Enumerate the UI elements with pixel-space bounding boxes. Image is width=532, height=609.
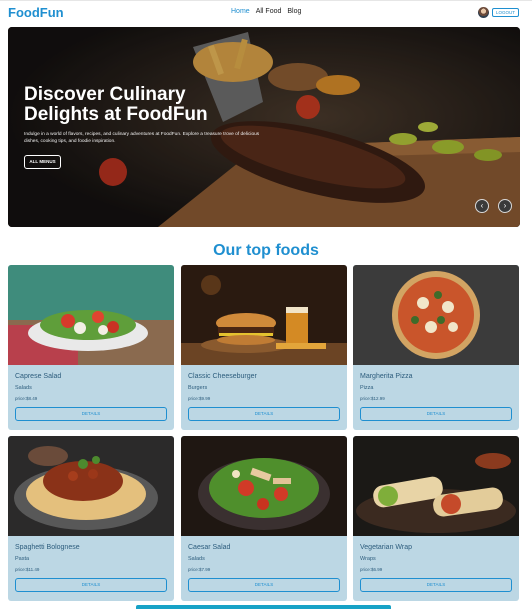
food-price: price:$8.49	[15, 396, 38, 401]
logout-button[interactable]: LOGOUT	[492, 8, 519, 17]
food-category: Pasta	[15, 556, 30, 562]
details-button[interactable]: DETAILS	[188, 578, 340, 592]
food-price: price:$9.99	[188, 396, 211, 401]
details-button[interactable]: DETAILS	[15, 407, 167, 421]
food-price: price:$7.99	[188, 567, 211, 572]
nav-link-blog[interactable]: Blog	[287, 8, 301, 15]
food-card: Classic Cheeseburger Burgers price:$9.99…	[181, 265, 347, 430]
food-category: Salads	[188, 556, 205, 562]
brand-logo[interactable]: FoodFun	[8, 5, 64, 20]
details-button[interactable]: DETAILS	[360, 407, 512, 421]
food-category: Wraps	[360, 556, 376, 562]
section-title: Our top foods	[213, 242, 319, 259]
food-name: Caesar Salad	[188, 544, 231, 551]
nav-link-home[interactable]: Home	[231, 8, 250, 15]
avatar[interactable]	[478, 7, 489, 18]
food-card: Spaghetti Bolognese Pasta price:$11.49 D…	[8, 436, 174, 601]
food-card: Caesar Salad Salads price:$7.99 DETAILS	[181, 436, 347, 601]
food-image	[181, 265, 347, 365]
food-card: Margherita Pizza Pizza price:$12.99 DETA…	[353, 265, 519, 430]
details-button[interactable]: DETAILS	[188, 407, 340, 421]
food-category: Burgers	[188, 385, 208, 391]
details-button[interactable]: DETAILS	[15, 578, 167, 592]
food-card: Vegetarian Wrap Wraps price:$6.99 DETAIL…	[353, 436, 519, 601]
food-image	[353, 265, 519, 365]
navbar: FoodFun Home All Food Blog LOGOUT	[0, 0, 532, 24]
food-image	[353, 436, 519, 536]
nav-link-all-food[interactable]: All Food	[256, 8, 282, 15]
food-category: Salads	[15, 385, 32, 391]
carousel-next-button[interactable]: ›	[498, 199, 512, 213]
hero-description: Indulge in a world of flavors, recipes, …	[24, 132, 260, 144]
food-image	[181, 436, 347, 536]
food-price: price:$12.99	[360, 396, 385, 401]
food-name: Spaghetti Bolognese	[15, 544, 80, 551]
chevron-left-icon: ‹	[480, 201, 484, 210]
nav-links: Home All Food Blog	[231, 8, 301, 15]
food-name: Margherita Pizza	[360, 373, 413, 380]
all-menus-button[interactable]: ALL MENUS	[24, 155, 61, 169]
food-price: price:$11.49	[15, 567, 40, 572]
food-price: price:$6.99	[360, 567, 383, 572]
food-name: Caprese Salad	[15, 373, 62, 380]
chevron-right-icon: ›	[503, 201, 507, 210]
show-more-button[interactable]	[136, 605, 391, 609]
carousel-prev-button[interactable]: ‹	[475, 199, 489, 213]
hero-title: Discover Culinary Delights at FoodFun	[24, 84, 208, 125]
food-card: Caprese Salad Salads price:$8.49 DETAILS	[8, 265, 174, 430]
food-image	[8, 436, 174, 536]
food-category: Pizza	[360, 385, 374, 391]
food-image	[8, 265, 174, 365]
hero-banner: Discover Culinary Delights at FoodFun In…	[8, 27, 520, 227]
food-name: Classic Cheeseburger	[188, 373, 257, 380]
food-name: Vegetarian Wrap	[360, 544, 413, 551]
details-button[interactable]: DETAILS	[360, 578, 512, 592]
hero-food-image	[8, 27, 520, 227]
